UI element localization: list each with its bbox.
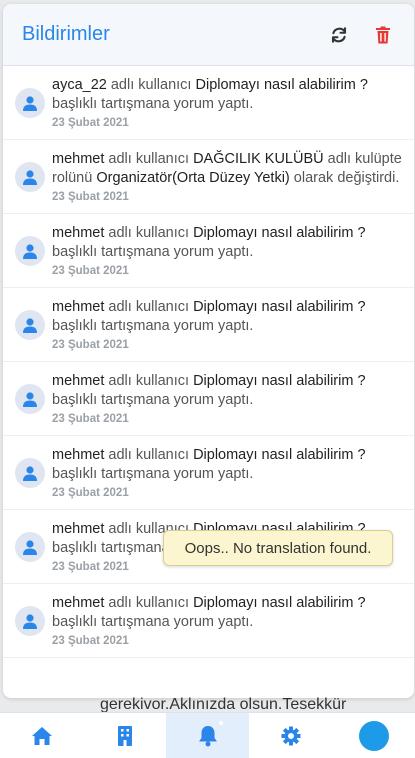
- notification-date: 23 Şubat 2021: [52, 413, 129, 425]
- notification-item[interactable]: mehmet adlı kullanıcı Diplomayı nasıl al…: [3, 584, 414, 658]
- notifications-panel: Bildirimler ayca_22 adlı kullanıcı Diplo…: [3, 4, 414, 698]
- message-text: olarak değiştirdi.: [289, 170, 400, 186]
- notification-content: mehmet adlı kullanıcı Diplomayı nasıl al…: [52, 594, 402, 647]
- username[interactable]: mehmet: [52, 225, 104, 241]
- user-icon: [23, 243, 37, 259]
- panel-header: Bildirimler: [3, 4, 414, 66]
- notification-item[interactable]: mehmet adlı kullanıcı Diplomayı nasıl al…: [3, 362, 414, 436]
- bell-icon: [198, 725, 217, 746]
- message-text: başlıklı tartışmana yorum yaptı.: [52, 318, 254, 334]
- username[interactable]: mehmet: [52, 595, 104, 611]
- user-icon: [23, 391, 37, 407]
- target-title[interactable]: Diplomayı nasıl alabilirim ?: [193, 595, 365, 611]
- target-title[interactable]: DAĞCILIK KULÜBÜ: [193, 151, 324, 167]
- message-text: adlı kullanıcı: [104, 595, 194, 611]
- message-text: adlı kullanıcı: [104, 299, 194, 315]
- notification-date: 23 Şubat 2021: [52, 191, 129, 203]
- avatar: [15, 383, 45, 414]
- username[interactable]: mehmet: [52, 151, 104, 167]
- notification-date: 23 Şubat 2021: [52, 117, 129, 129]
- page-title: Bildirimler: [22, 23, 110, 45]
- user-icon: [23, 95, 37, 111]
- role-name: Organizatör(Orta Düzey Yetki): [96, 170, 290, 186]
- username[interactable]: ayca_22: [52, 77, 107, 93]
- notification-message: mehmet adlı kullanıcı DAĞCILIK KULÜBÜ ad…: [52, 150, 402, 188]
- tab-home[interactable]: [0, 713, 83, 758]
- avatar: [15, 531, 45, 562]
- avatar: [15, 457, 45, 488]
- message-text: başlıklı tartışmana yorum yaptı.: [52, 392, 254, 408]
- target-title[interactable]: Diplomayı nasıl alabilirim ?: [193, 299, 365, 315]
- notification-message: ayca_22 adlı kullanıcı Diplomayı nasıl a…: [52, 76, 402, 114]
- tab-clubs[interactable]: [83, 713, 166, 758]
- notification-date: 23 Şubat 2021: [52, 635, 129, 647]
- notification-item[interactable]: mehmet adlı kullanıcı DAĞCILIK KULÜBÜ ad…: [3, 140, 414, 214]
- message-text: adlı kullanıcı: [104, 225, 194, 241]
- gear-icon: [281, 726, 300, 745]
- notification-message: mehmet adlı kullanıcı Diplomayı nasıl al…: [52, 594, 402, 632]
- username[interactable]: mehmet: [52, 299, 104, 315]
- message-text: adlı kullanıcı: [104, 447, 194, 463]
- message-text: adlı kullanıcı: [106, 77, 196, 93]
- notification-message: mehmet adlı kullanıcı Diplomayı nasıl al…: [52, 446, 402, 484]
- header-actions: [328, 24, 394, 46]
- notification-item[interactable]: mehmet adlı kullanıcı Diplomayı nasıl al…: [3, 288, 414, 362]
- message-text: başlıklı tartışmana yorum yaptı.: [52, 244, 254, 260]
- notification-date: 23 Şubat 2021: [52, 487, 129, 499]
- notification-date: 23 Şubat 2021: [52, 339, 129, 351]
- notification-message: mehmet adlı kullanıcı Diplomayı nasıl al…: [52, 224, 402, 262]
- notification-item[interactable]: mehmet adlı kullanıcı Diplomayı nasıl al…: [3, 214, 414, 288]
- notification-content: mehmet adlı kullanıcı Diplomayı nasıl al…: [52, 298, 402, 351]
- notification-content: mehmet adlı kullanıcı Diplomayı nasıl al…: [52, 224, 402, 277]
- username[interactable]: mehmet: [52, 373, 104, 389]
- message-text: başlıklı tartışmana yorum yaptı.: [52, 96, 254, 112]
- notification-content: mehmet adlı kullanıcı DAĞCILIK KULÜBÜ ad…: [52, 150, 402, 203]
- home-icon: [31, 726, 52, 745]
- user-icon: [23, 317, 37, 333]
- message-text: adlı kullanıcı: [104, 151, 194, 167]
- notification-content: mehmet adlı kullanıcı Diplomayı nasıl al…: [52, 446, 402, 499]
- user-icon: [23, 465, 37, 481]
- user-icon: [23, 613, 37, 629]
- message-text: adlı kullanıcı: [104, 373, 194, 389]
- building-icon: [117, 725, 132, 746]
- target-title[interactable]: Diplomayı nasıl alabilirim ?: [193, 373, 365, 389]
- translation-tooltip: Oops.. No translation found.: [163, 530, 393, 566]
- notification-date: 23 Şubat 2021: [52, 265, 129, 277]
- message-text: başlıklı tartışmana yorum yaptı.: [52, 466, 254, 482]
- refresh-button[interactable]: [328, 24, 350, 46]
- notification-content: ayca_22 adlı kullanıcı Diplomayı nasıl a…: [52, 76, 402, 129]
- user-icon: [23, 169, 37, 185]
- notification-item[interactable]: ayca_22 adlı kullanıcı Diplomayı nasıl a…: [3, 66, 414, 140]
- delete-all-button[interactable]: [372, 24, 394, 46]
- target-title[interactable]: Diplomayı nasıl alabilirim ?: [196, 77, 368, 93]
- notification-message: mehmet adlı kullanıcı Diplomayı nasıl al…: [52, 372, 402, 410]
- tab-notifications[interactable]: [166, 713, 249, 758]
- notification-list: ayca_22 adlı kullanıcı Diplomayı nasıl a…: [3, 66, 414, 698]
- avatar: [15, 309, 45, 340]
- tab-profile[interactable]: [332, 713, 415, 758]
- avatar: [15, 235, 45, 266]
- notification-message: mehmet adlı kullanıcı Diplomayı nasıl al…: [52, 298, 402, 336]
- notification-item[interactable]: mehmet adlı kullanıcı Diplomayı nasıl al…: [3, 436, 414, 510]
- user-icon: [23, 539, 37, 555]
- notification-dot: [219, 721, 223, 725]
- refresh-icon: [331, 26, 347, 43]
- trash-icon: [376, 26, 390, 43]
- target-title[interactable]: Diplomayı nasıl alabilirim ?: [193, 225, 365, 241]
- tab-settings[interactable]: [249, 713, 332, 758]
- bottom-tab-bar: [0, 712, 415, 758]
- avatar: [15, 87, 45, 118]
- message-text: başlıklı tartışmana yorum yaptı.: [52, 614, 254, 630]
- username[interactable]: mehmet: [52, 447, 104, 463]
- notification-content: mehmet adlı kullanıcı Diplomayı nasıl al…: [52, 372, 402, 425]
- brand-logo: [358, 720, 389, 751]
- avatar: [15, 605, 45, 636]
- avatar: [15, 161, 45, 192]
- target-title[interactable]: Diplomayı nasıl alabilirim ?: [193, 447, 365, 463]
- username[interactable]: mehmet: [52, 521, 104, 537]
